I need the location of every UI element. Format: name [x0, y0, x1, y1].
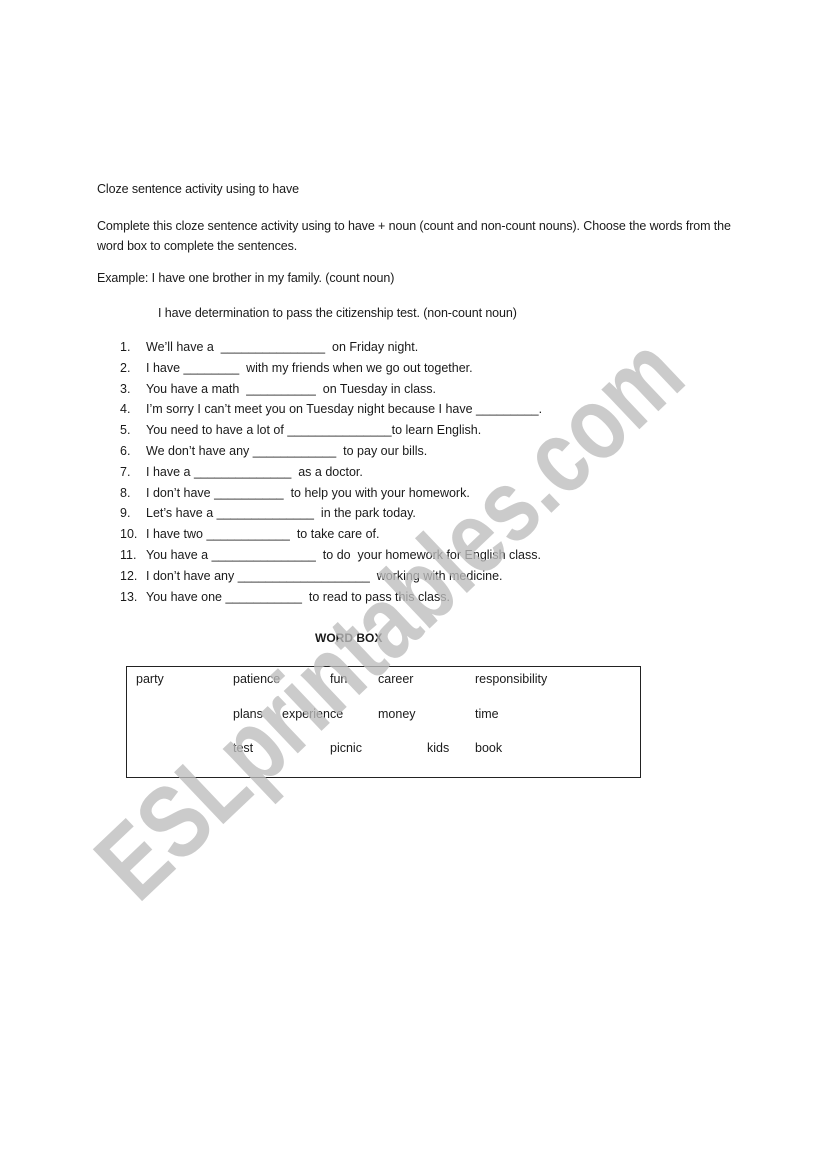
sentence-number: 1.: [120, 340, 131, 354]
sentence-number: 4.: [120, 402, 131, 417]
word-box: party patience fun career responsibility…: [126, 666, 641, 778]
sentence-number: 12.: [120, 568, 138, 583]
watermark: ESLprintables.com: [74, 314, 705, 921]
sentence-text: You have one ___________ to read to pass…: [146, 589, 450, 604]
worksheet-title: Cloze sentence activity using to have: [97, 182, 299, 196]
word-box-word: patience: [233, 672, 281, 686]
sentence-number: 8.: [120, 485, 131, 500]
sentence-number: 11.: [120, 547, 137, 562]
sentence-number: 7.: [120, 464, 131, 479]
example-non-count-noun: I have determination to pass the citizen…: [158, 306, 517, 320]
word-box-word: plans: [233, 707, 263, 721]
sentence-number: 9.: [120, 506, 131, 521]
sentence-number: 5.: [120, 423, 131, 438]
sentence-number: 2.: [120, 360, 131, 375]
sentence-text: You have a math __________ on Tuesday in…: [146, 381, 437, 396]
word-box-word: test: [233, 741, 254, 755]
sentence-text: I don’t have __________ to help you with…: [146, 485, 470, 500]
sentence-text: We’ll have a _______________ on Friday n…: [146, 340, 419, 354]
sentence-number: 13.: [120, 589, 138, 604]
sentence-text: I have two ____________ to take care of.: [146, 527, 380, 542]
word-box-word: book: [475, 741, 503, 755]
worksheet-page: Cloze sentence activity using to have Co…: [0, 0, 826, 1169]
word-box-word: kids: [427, 741, 450, 755]
sentence-number: 3.: [120, 381, 131, 396]
word-box-word: money: [378, 707, 416, 721]
sentence-text: I’m sorry I can’t meet you on Tuesday ni…: [146, 402, 543, 417]
word-box-word: time: [475, 707, 499, 721]
sentence-text: I have a ______________ as a doctor.: [146, 464, 363, 479]
word-box-word: party: [136, 672, 164, 686]
example-count-noun: Example: I have one brother in my family…: [97, 271, 395, 285]
sentence-text: Let’s have a ______________ in the park …: [146, 506, 416, 521]
word-box-word: responsibility: [475, 672, 548, 686]
word-box-word: career: [378, 672, 414, 686]
sentence-text: I have ________ with my friends when we …: [146, 360, 473, 375]
sentence-text: You have a _______________ to do your ho…: [146, 547, 541, 562]
sentence-text: We don’t have any ____________ to pay ou…: [146, 443, 428, 458]
word-box-title: WORD BOX: [315, 631, 383, 645]
sentence-number: 6.: [120, 443, 131, 458]
word-box-word: picnic: [330, 741, 362, 755]
word-box-word: fun: [330, 672, 348, 686]
sentence-number: 10.: [120, 527, 138, 542]
word-box-word: experience: [282, 707, 344, 721]
sentence-text: I don’t have any ___________________ wor…: [146, 568, 503, 583]
instructions: Complete this cloze sentence activity us…: [97, 219, 731, 253]
sentence-text: You need to have a lot of ______________…: [146, 423, 482, 438]
